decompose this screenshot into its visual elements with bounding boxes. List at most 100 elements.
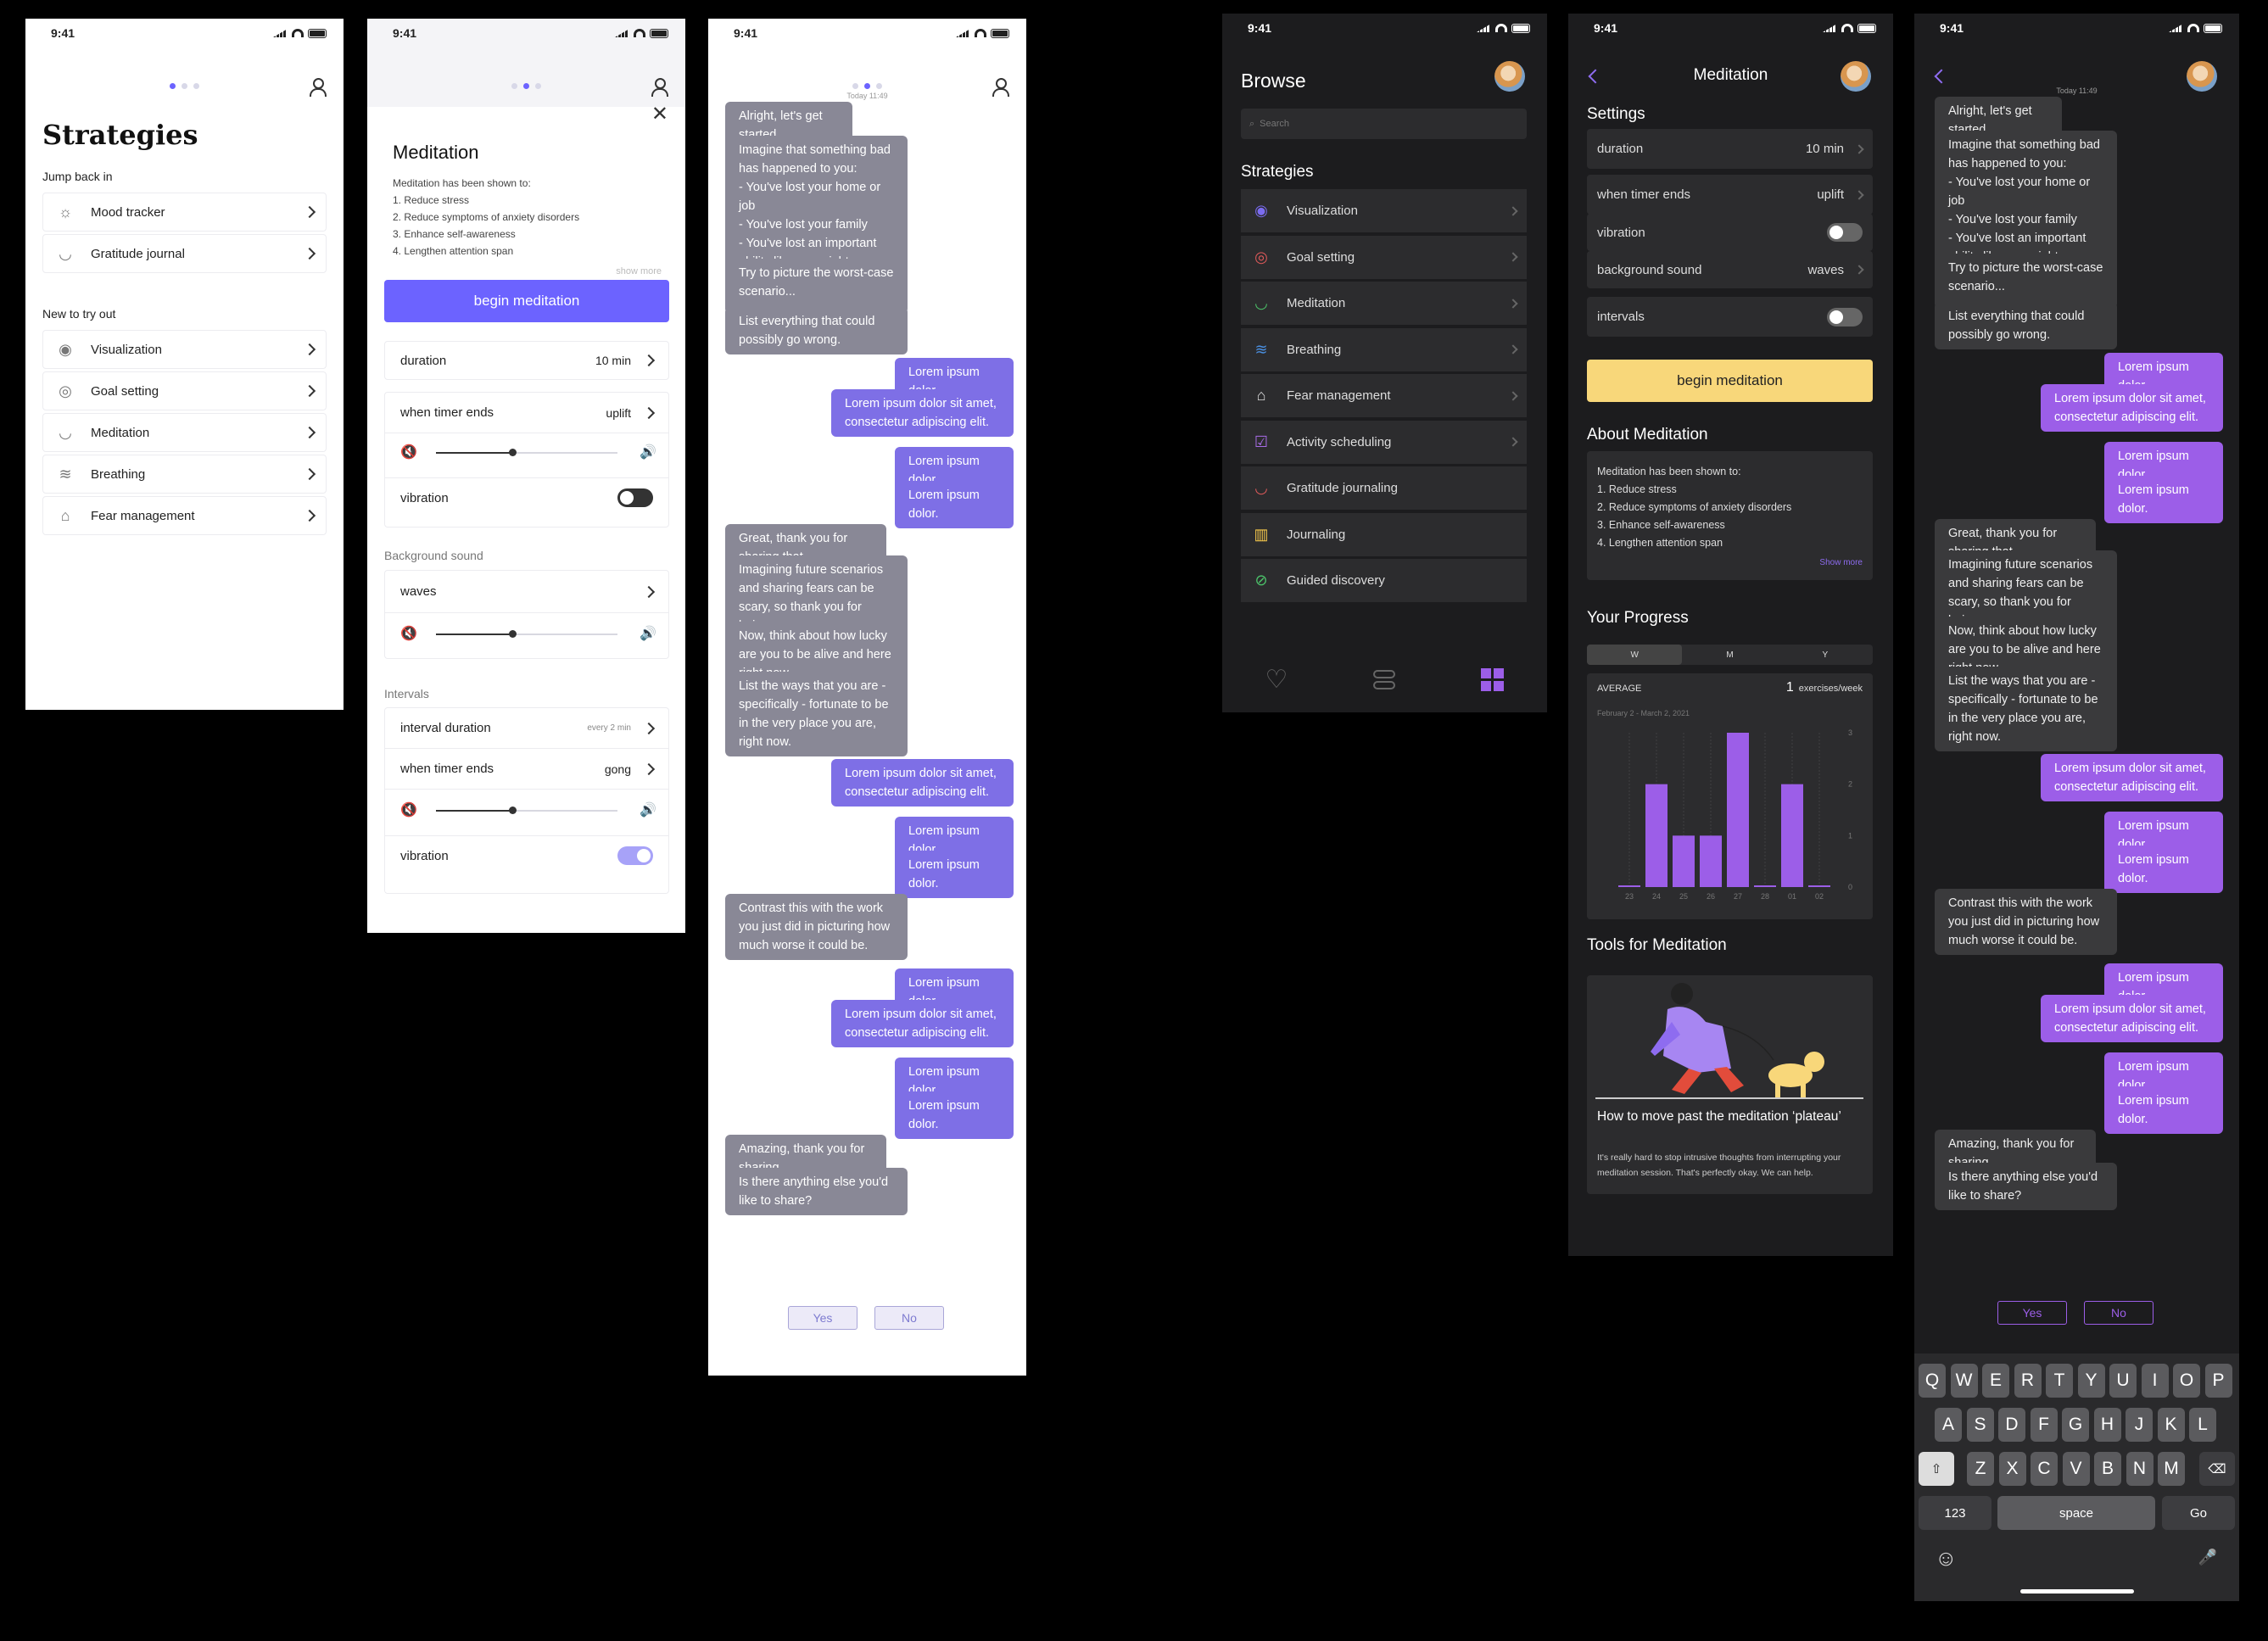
strategy-item[interactable]: ◉ Visualization [42,330,327,369]
key-k[interactable]: K [2157,1408,2185,1442]
key-z[interactable]: Z [1967,1452,1994,1486]
settings-row[interactable]: when timer ends uplift [1587,175,1873,215]
yes-button[interactable]: Yes [788,1306,857,1330]
begin-meditation-button[interactable]: begin meditation [384,280,669,322]
key-g[interactable]: G [2062,1408,2089,1442]
key-n[interactable]: N [2126,1452,2153,1486]
key-w[interactable]: W [1950,1364,1978,1398]
target-icon: ◎ [1254,248,1268,265]
key-a[interactable]: A [1935,1408,1962,1442]
settings-row[interactable]: duration 10 min [1587,129,1873,169]
profile-icon[interactable] [310,78,327,97]
heart-icon[interactable]: ♡ [1265,665,1288,695]
browse-item[interactable]: ☑ Activity scheduling [1241,420,1527,465]
key-x[interactable]: X [1998,1452,2026,1486]
y-tick-label: 1 [1848,831,1852,840]
go-key[interactable]: Go [2162,1496,2235,1530]
key-s[interactable]: S [1966,1408,1994,1442]
browse-item[interactable]: ◡ Gratitude journaling [1241,466,1527,511]
bg-volume-slider[interactable] [436,630,617,638]
key-y[interactable]: Y [2077,1364,2105,1398]
key-v[interactable]: V [2062,1452,2090,1486]
key-o[interactable]: O [2173,1364,2200,1398]
user-message: Lorem ipsum dolor sit amet, consectetur … [831,759,1014,807]
browse-item[interactable]: ◉ Visualization [1241,189,1527,233]
strategy-item[interactable]: ☼ Mood tracker [42,193,327,232]
shift-key[interactable]: ⇧ [1919,1452,1954,1486]
wifi-icon [1495,24,1507,32]
bg-sound-row[interactable]: waves [385,571,668,613]
yes-button[interactable]: Yes [1997,1301,2067,1325]
strategy-item[interactable]: ≋ Breathing [42,455,327,494]
key-m[interactable]: M [2158,1452,2185,1486]
settings-row[interactable]: intervals [1587,297,1873,337]
grid-icon[interactable] [1481,667,1505,691]
tab-w[interactable]: W [1587,645,1683,665]
browse-item[interactable]: ◡ Meditation [1241,282,1527,326]
key-j[interactable]: J [2126,1408,2153,1442]
show-more-link[interactable]: Show more [1819,554,1863,572]
key-r[interactable]: R [2014,1364,2042,1398]
interval-duration-row[interactable]: interval duration every 2 min [385,708,668,749]
avatar[interactable] [1494,61,1525,92]
browse-item[interactable]: ◎ Goal setting [1241,235,1527,280]
settings-toggle[interactable] [1827,307,1863,327]
key-c[interactable]: C [2031,1452,2058,1486]
settings-toggle[interactable] [1827,223,1863,242]
key-d[interactable]: D [1998,1408,2025,1442]
strategy-item[interactable]: ⌂ Fear management [42,496,327,535]
backspace-key[interactable]: ⌫ [2199,1452,2235,1486]
microphone-icon[interactable]: 🎤 [2198,1549,2217,1566]
strategy-item-label: Mood tracker [91,204,165,220]
average-unit: exercises/week [1798,684,1863,694]
when-timer-ends-row[interactable]: when timer ends uplift [385,393,668,433]
browse-item[interactable]: ≋ Breathing [1241,327,1527,372]
interval-volume-slider[interactable] [436,807,617,814]
key-e[interactable]: E [1982,1364,2009,1398]
tab-m[interactable]: M [1682,645,1777,665]
back-icon[interactable] [1934,69,1949,84]
emoji-icon[interactable]: ☺ [1935,1545,1958,1571]
key-l[interactable]: L [2189,1408,2216,1442]
key-u[interactable]: U [2109,1364,2137,1398]
search-input[interactable]: ⌕ Search [1241,109,1527,139]
key-q[interactable]: Q [1919,1364,1946,1398]
browse-item[interactable]: ▥ Journaling [1241,512,1527,557]
show-more-link[interactable]: show more [616,266,662,276]
key-b[interactable]: B [2094,1452,2121,1486]
profile-icon[interactable] [651,78,668,97]
article-card[interactable]: How to move past the meditation ‘plateau… [1587,975,1873,1194]
volume-slider[interactable] [436,449,617,456]
settings-row[interactable]: background sound waves [1587,251,1873,288]
tab-y[interactable]: Y [1778,645,1873,665]
keyboard: Q W E R T Y U I O P A S D F G H J K L Z X C V B N M ⇧ ⌫ 123 space Go ☺ 🎤 [1914,1354,2239,1601]
numbers-key[interactable]: 123 [1919,1496,1991,1530]
duration-row[interactable]: duration 10 min [384,341,669,380]
when-timer-ends-row-2[interactable]: when timer ends gong [385,749,668,790]
no-button[interactable]: No [874,1306,944,1330]
browse-item[interactable]: ⌂ Fear management [1241,374,1527,418]
strategy-item[interactable]: ◡ Meditation [42,413,327,452]
key-t[interactable]: T [2046,1364,2073,1398]
key-f[interactable]: F [2030,1408,2058,1442]
vibration-toggle[interactable] [617,488,653,507]
mute-icon: 🔇 [400,445,417,460]
key-p[interactable]: P [2204,1364,2232,1398]
stack-icon[interactable] [1373,669,1396,689]
close-icon[interactable]: ✕ [651,102,668,126]
status-time: 9:41 [393,26,417,40]
avatar[interactable] [1841,61,1871,92]
strategy-item[interactable]: ◎ Goal setting [42,371,327,410]
key-i[interactable]: I [2141,1364,2169,1398]
browse-item[interactable]: ⊘ Guided discovery [1241,559,1527,603]
battery-icon [650,28,668,38]
no-button[interactable]: No [2084,1301,2153,1325]
vibration-toggle-2[interactable] [617,846,653,865]
space-key[interactable]: space [1997,1496,2155,1530]
settings-row[interactable]: vibration [1587,214,1873,251]
key-h[interactable]: H [2093,1408,2121,1442]
chevron-right-icon [1508,298,1518,309]
strategy-item[interactable]: ◡ Gratitude journal [42,234,327,273]
bar [1618,885,1640,887]
begin-meditation-button[interactable]: begin meditation [1587,360,1873,402]
